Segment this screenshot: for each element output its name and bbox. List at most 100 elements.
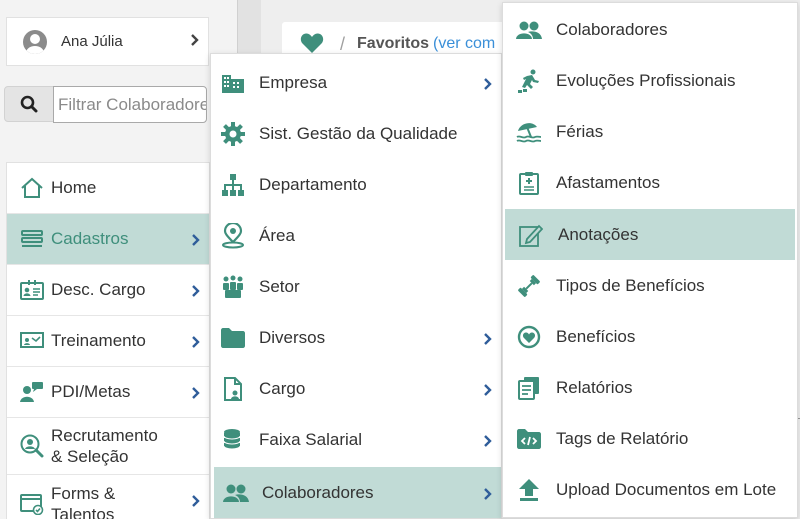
favorites-title: Favoritos — [357, 35, 430, 52]
submenu2-item-ferias[interactable]: Férias — [503, 106, 797, 157]
sidebar: Ana Júlia Home Cadastros — [0, 0, 210, 519]
home-icon — [19, 176, 45, 200]
submenu2-item-label: Upload Documentos em Lote — [556, 479, 777, 499]
search-button[interactable] — [4, 86, 54, 122]
submenu2-item-upload-lote[interactable]: Upload Documentos em Lote — [503, 464, 797, 515]
gear-icon — [220, 121, 246, 147]
submenu2-item-colaboradores[interactable]: Colaboradores — [503, 4, 797, 55]
submenu2-item-label: Relatórios — [556, 377, 633, 397]
submenu2-item-label: Afastamentos — [556, 172, 660, 192]
sidebar-item-desc-cargo[interactable]: Desc. Cargo — [7, 265, 209, 316]
sidebar-item-forms-talentos[interactable]: Forms & Talentos — [7, 475, 209, 519]
person-chat-icon — [19, 380, 45, 404]
submenu-item-setor[interactable]: Setor — [211, 261, 501, 312]
submenu-item-cargo[interactable]: Cargo — [211, 363, 501, 414]
submenu-item-label: Faixa Salarial — [259, 429, 362, 449]
sidebar-item-recrutamento[interactable]: Recrutamento & Seleção — [7, 418, 209, 475]
sidebar-item-label: Forms & Talentos — [51, 483, 115, 519]
heart-badge-icon — [516, 324, 542, 350]
chevron-right-icon — [483, 77, 493, 91]
submenu2-item-label: Benefícios — [556, 326, 636, 346]
org-chart-icon — [220, 172, 246, 198]
users-icon — [516, 17, 542, 43]
chevron-right-icon — [191, 386, 201, 400]
submenu2-item-label: Evoluções Profissionais — [556, 70, 736, 90]
sidebar-item-label-line1: Forms & — [51, 483, 116, 503]
submenu-item-label: Área — [259, 225, 295, 245]
submenu-item-faixa-salarial[interactable]: Faixa Salarial — [211, 414, 501, 465]
search-input[interactable] — [53, 86, 207, 123]
reports-icon — [516, 375, 542, 401]
sidebar-item-label-line2: & Seleção — [51, 447, 129, 466]
submenu-item-colaboradores[interactable]: Colaboradores — [214, 467, 501, 518]
submenu-item-diversos[interactable]: Diversos — [211, 312, 501, 363]
stairs-runner-icon — [516, 68, 542, 94]
submenu2-item-relatorios[interactable]: Relatórios — [503, 362, 797, 413]
form-window-icon — [19, 492, 45, 516]
beach-umbrella-icon — [516, 119, 542, 145]
submenu2-item-anotacoes[interactable]: Anotações — [505, 209, 795, 260]
submenu2-item-beneficios[interactable]: Benefícios — [503, 311, 797, 362]
medical-report-icon — [516, 170, 542, 196]
building-icon — [220, 70, 246, 96]
search-icon — [20, 95, 38, 113]
chevron-right-icon — [191, 335, 201, 349]
sidebar-item-label: Cadastros — [51, 229, 129, 248]
submenu-item-label: Departamento — [259, 174, 367, 194]
user-search-icon — [19, 434, 45, 458]
map-pin-icon — [220, 222, 246, 249]
sidebar-item-label: Recrutamento & Seleção — [51, 425, 158, 467]
sidebar-item-pdi-metas[interactable]: PDI/Metas — [7, 367, 209, 418]
sidebar-item-home[interactable]: Home — [7, 163, 209, 214]
submenu-item-label: Cargo — [259, 378, 306, 398]
submenu-item-empresa[interactable]: Empresa — [211, 57, 501, 108]
chevron-right-icon — [191, 494, 201, 508]
submenu2-item-tipos-beneficios[interactable]: Tipos de Benefícios — [503, 260, 797, 311]
id-card-icon — [19, 278, 45, 302]
submenu2-item-afastamentos[interactable]: Afastamentos — [503, 157, 797, 208]
sidebar-item-treinamento[interactable]: Treinamento — [7, 316, 209, 367]
submenu2-item-label: Tags de Relatório — [556, 428, 689, 448]
chevron-right-icon — [483, 332, 493, 346]
favorites-see-link[interactable]: (ver com — [433, 35, 495, 53]
chevron-right-icon — [190, 33, 200, 47]
submenu2-item-label: Férias — [556, 121, 604, 141]
sidebar-item-label: Desc. Cargo — [51, 280, 146, 299]
sidebar-item-label-line1: Recrutamento — [51, 426, 158, 445]
chevron-right-icon — [483, 487, 493, 501]
dumbbell-icon — [516, 273, 542, 299]
list-icon — [19, 227, 45, 251]
sidebar-item-label: Treinamento — [51, 331, 146, 350]
chevron-right-icon — [483, 383, 493, 397]
user-name: Ana Júlia — [61, 33, 123, 50]
sidebar-nav: Home Cadastros Desc. Cargo Treinamento P… — [6, 162, 210, 519]
chevron-right-icon — [191, 233, 201, 247]
code-folder-icon — [516, 426, 542, 452]
chevron-right-icon — [483, 434, 493, 448]
submenu-item-label: Colaboradores — [262, 482, 374, 502]
submenu-item-sgq[interactable]: Sist. Gestão da Qualidade — [211, 108, 501, 159]
user-profile[interactable]: Ana Júlia — [6, 17, 209, 66]
document-icon — [220, 376, 246, 402]
submenu-item-area[interactable]: Área — [211, 210, 501, 261]
sidebar-item-label: Home — [51, 178, 97, 197]
team-icon — [220, 274, 246, 300]
submenu-item-label: Diversos — [259, 327, 326, 347]
avatar — [23, 29, 47, 54]
sidebar-item-label: PDI/Metas — [51, 382, 131, 401]
users-icon — [223, 480, 249, 506]
submenu2-item-label: Colaboradores — [556, 19, 668, 39]
sidebar-item-cadastros[interactable]: Cadastros — [7, 214, 209, 265]
chevron-right-icon — [191, 284, 201, 298]
submenu-item-departamento[interactable]: Departamento — [211, 159, 501, 210]
submenu2-item-tags-relatorio[interactable]: Tags de Relatório — [503, 413, 797, 464]
coins-icon — [220, 427, 246, 453]
submenu-item-label: Setor — [259, 276, 300, 296]
folder-icon — [220, 325, 246, 351]
upload-icon — [516, 477, 542, 503]
submenu2-item-label: Tipos de Benefícios — [556, 275, 705, 295]
sidebar-item-label-line2: Talentos — [51, 504, 115, 519]
submenu2-item-evolucoes[interactable]: Evoluções Profissionais — [503, 55, 797, 106]
submenu-item-label: Sist. Gestão da Qualidade — [259, 123, 458, 143]
submenu-item-label: Empresa — [259, 72, 328, 92]
